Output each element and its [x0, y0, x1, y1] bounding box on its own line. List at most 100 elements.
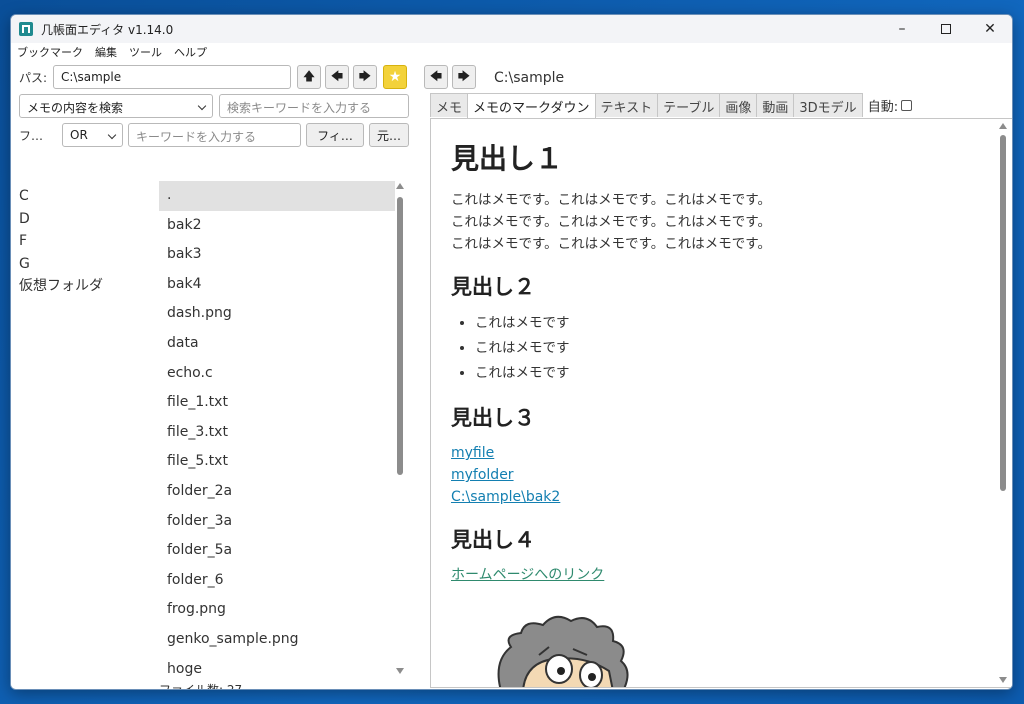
up-button[interactable]: 🡅 — [297, 65, 321, 89]
search-mode-select[interactable]: メモの内容を検索 — [19, 94, 213, 118]
file-list-scrollbar[interactable] — [395, 181, 405, 676]
app-icon — [19, 22, 33, 36]
file-item[interactable]: bak4 — [159, 270, 395, 300]
file-item[interactable]: frog.png — [159, 595, 395, 625]
maximize-icon — [941, 24, 951, 34]
file-item[interactable]: bak2 — [159, 211, 395, 241]
link-myfile[interactable]: myfile — [451, 442, 996, 464]
arrow-left-icon: 🡄 — [429, 68, 443, 83]
preview-scrollbar[interactable] — [997, 119, 1009, 687]
file-item[interactable]: echo.c — [159, 359, 395, 389]
scroll-up-icon — [396, 183, 404, 189]
star-icon: ★ — [388, 69, 402, 85]
heading-1: 見出し１ — [451, 142, 564, 175]
file-item[interactable]: data — [159, 329, 395, 359]
auto-label: 自動: — [867, 99, 899, 115]
preview-back-button[interactable]: 🡄 — [424, 65, 448, 89]
tab-table[interactable]: テーブル — [657, 93, 721, 117]
auto-checkbox[interactable] — [901, 99, 913, 111]
tab-text[interactable]: テキスト — [594, 93, 659, 117]
close-icon: ✕ — [984, 21, 996, 37]
drive-item[interactable]: F — [19, 230, 103, 253]
right-pane: 🡄 🡆 C:\sample メモ メモのマークダウン テキスト テーブル 画像 … — [416, 61, 1012, 689]
file-item[interactable]: folder_6 — [159, 566, 395, 596]
menu-help[interactable]: ヘルプ — [168, 44, 213, 60]
link-bak2[interactable]: C:\sample\bak2 — [451, 486, 996, 508]
app-window: 几帳面エディタ v1.14.0 – ✕ ブックマーク 編集 ツール ヘルプ パス… — [10, 14, 1013, 690]
scroll-down-icon — [999, 677, 1007, 683]
drive-item[interactable]: G — [19, 253, 103, 276]
arrow-right-icon: 🡆 — [358, 68, 372, 83]
heading-3: 見出し３ — [451, 406, 535, 430]
file-item[interactable]: folder_5a — [159, 536, 395, 566]
path-input[interactable]: C:\sample — [53, 65, 291, 89]
minimize-button[interactable]: – — [880, 15, 924, 43]
list-item: これはメモです — [475, 336, 996, 361]
keyword-input[interactable]: キーワードを入力する — [128, 123, 301, 147]
menu-edit[interactable]: 編集 — [89, 44, 123, 60]
scroll-up-icon — [999, 123, 1007, 129]
heading-2: 見出し２ — [451, 275, 535, 299]
filter-label: フ… — [19, 129, 44, 143]
file-item[interactable]: folder_2a — [159, 477, 395, 507]
close-button[interactable]: ✕ — [968, 15, 1012, 43]
file-item[interactable]: genko_sample.png — [159, 625, 395, 655]
back-button[interactable]: 🡄 — [325, 65, 349, 89]
memo-line: これはメモです。これはメモです。これはメモです。 — [451, 192, 771, 208]
path-label: パス: — [19, 71, 48, 85]
drive-item[interactable]: D — [19, 208, 103, 231]
link-myfolder[interactable]: myfolder — [451, 464, 996, 486]
forward-button[interactable]: 🡆 — [353, 65, 377, 89]
filter-button[interactable]: フィ… — [306, 123, 364, 147]
view-tabs: メモ メモのマークダウン テキスト テーブル 画像 動画 3Dモデル 自動: — [430, 93, 913, 118]
drive-list: C D F G 仮想フォルダ — [19, 185, 103, 298]
drive-item[interactable]: 仮想フォルダ — [19, 275, 103, 298]
list-item: これはメモです — [475, 311, 996, 336]
arrow-right-icon: 🡆 — [457, 68, 471, 83]
arrow-up-icon: 🡅 — [302, 68, 316, 83]
file-count: ファイル数: 27 — [159, 683, 243, 690]
left-pane: パス: C:\sample 🡅 🡄 🡆 ★ メモの内容を検索 検索キーワードを入… — [11, 61, 416, 690]
window-title: 几帳面エディタ v1.14.0 — [41, 22, 174, 37]
logic-select[interactable]: OR — [62, 123, 123, 147]
file-item[interactable]: dash.png — [159, 299, 395, 329]
memo-list: これはメモです これはメモです これはメモです — [451, 311, 996, 386]
arrow-left-icon: 🡄 — [330, 68, 344, 83]
maximize-button[interactable] — [924, 15, 968, 43]
tab-3d-model[interactable]: 3Dモデル — [793, 93, 863, 117]
title-bar: 几帳面エディタ v1.14.0 – ✕ — [11, 15, 1012, 43]
file-item[interactable]: folder_3a — [159, 507, 395, 537]
file-item[interactable]: . — [159, 181, 395, 211]
drive-item[interactable]: C — [19, 185, 103, 208]
list-item: これはメモです — [475, 361, 996, 386]
scroll-down-icon — [396, 668, 404, 674]
minimize-icon: – — [898, 21, 906, 37]
auto-toggle: 自動: — [867, 93, 913, 117]
desktop: 几帳面エディタ v1.14.0 – ✕ ブックマーク 編集 ツール ヘルプ パス… — [0, 0, 1024, 704]
menu-bar: ブックマーク 編集 ツール ヘルプ — [11, 43, 1012, 61]
preview-path: C:\sample — [494, 70, 565, 86]
file-item[interactable]: hoge — [159, 655, 395, 677]
tab-memo-markdown[interactable]: メモのマークダウン — [467, 93, 596, 118]
markdown-preview: 見出し１ これはメモです。これはメモです。これはメモです。 これはメモです。これ… — [430, 118, 1012, 688]
file-item[interactable]: bak3 — [159, 240, 395, 270]
file-item[interactable]: file_5.txt — [159, 447, 395, 477]
tab-image[interactable]: 画像 — [719, 93, 758, 117]
heading-4: 見出し４ — [451, 528, 535, 552]
menu-bookmark[interactable]: ブックマーク — [11, 44, 89, 60]
search-input[interactable]: 検索キーワードを入力する — [219, 94, 409, 118]
tab-video[interactable]: 動画 — [756, 93, 795, 117]
bookmark-button[interactable]: ★ — [383, 65, 407, 89]
file-item[interactable]: file_3.txt — [159, 418, 395, 448]
memo-line: これはメモです。これはメモです。これはメモです。 — [451, 236, 771, 252]
restore-button[interactable]: 元… — [369, 123, 409, 147]
file-item[interactable]: file_1.txt — [159, 388, 395, 418]
tab-memo[interactable]: メモ — [430, 93, 469, 117]
preview-forward-button[interactable]: 🡆 — [452, 65, 476, 89]
homepage-link[interactable]: ホームページへのリンク — [451, 564, 996, 586]
scrollbar-thumb[interactable] — [397, 197, 403, 475]
character-illustration — [497, 615, 629, 687]
file-list: . bak2 bak3 bak4 dash.png data echo.c fi… — [159, 181, 395, 676]
menu-tools[interactable]: ツール — [123, 44, 168, 60]
scrollbar-thumb[interactable] — [1000, 135, 1006, 491]
